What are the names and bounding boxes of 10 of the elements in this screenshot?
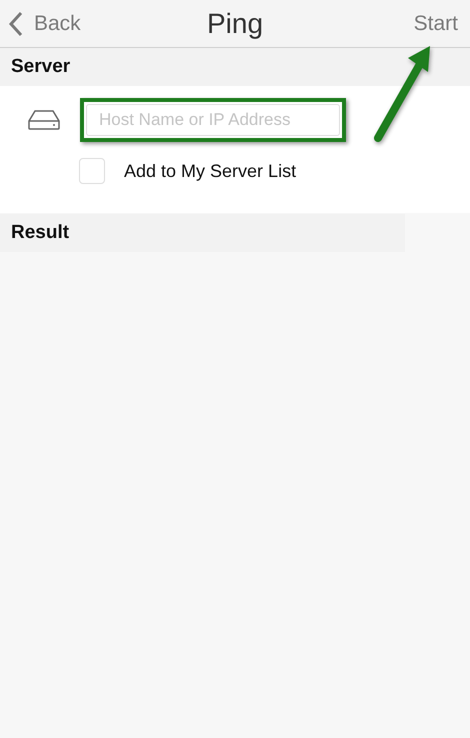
back-chevron-icon (8, 10, 24, 36)
drive-icon (28, 110, 60, 130)
host-input-field[interactable]: Host Name or IP Address (86, 104, 340, 136)
start-button[interactable]: Start (414, 12, 462, 36)
section-header: Server (0, 48, 470, 86)
back-button[interactable]: Back (8, 10, 81, 36)
screen-title: Ping (206, 8, 264, 38)
checkbox-label: Add to My Server List (124, 160, 296, 182)
add-to-list-checkbox[interactable] (79, 158, 105, 184)
section-header: Result (0, 214, 405, 252)
